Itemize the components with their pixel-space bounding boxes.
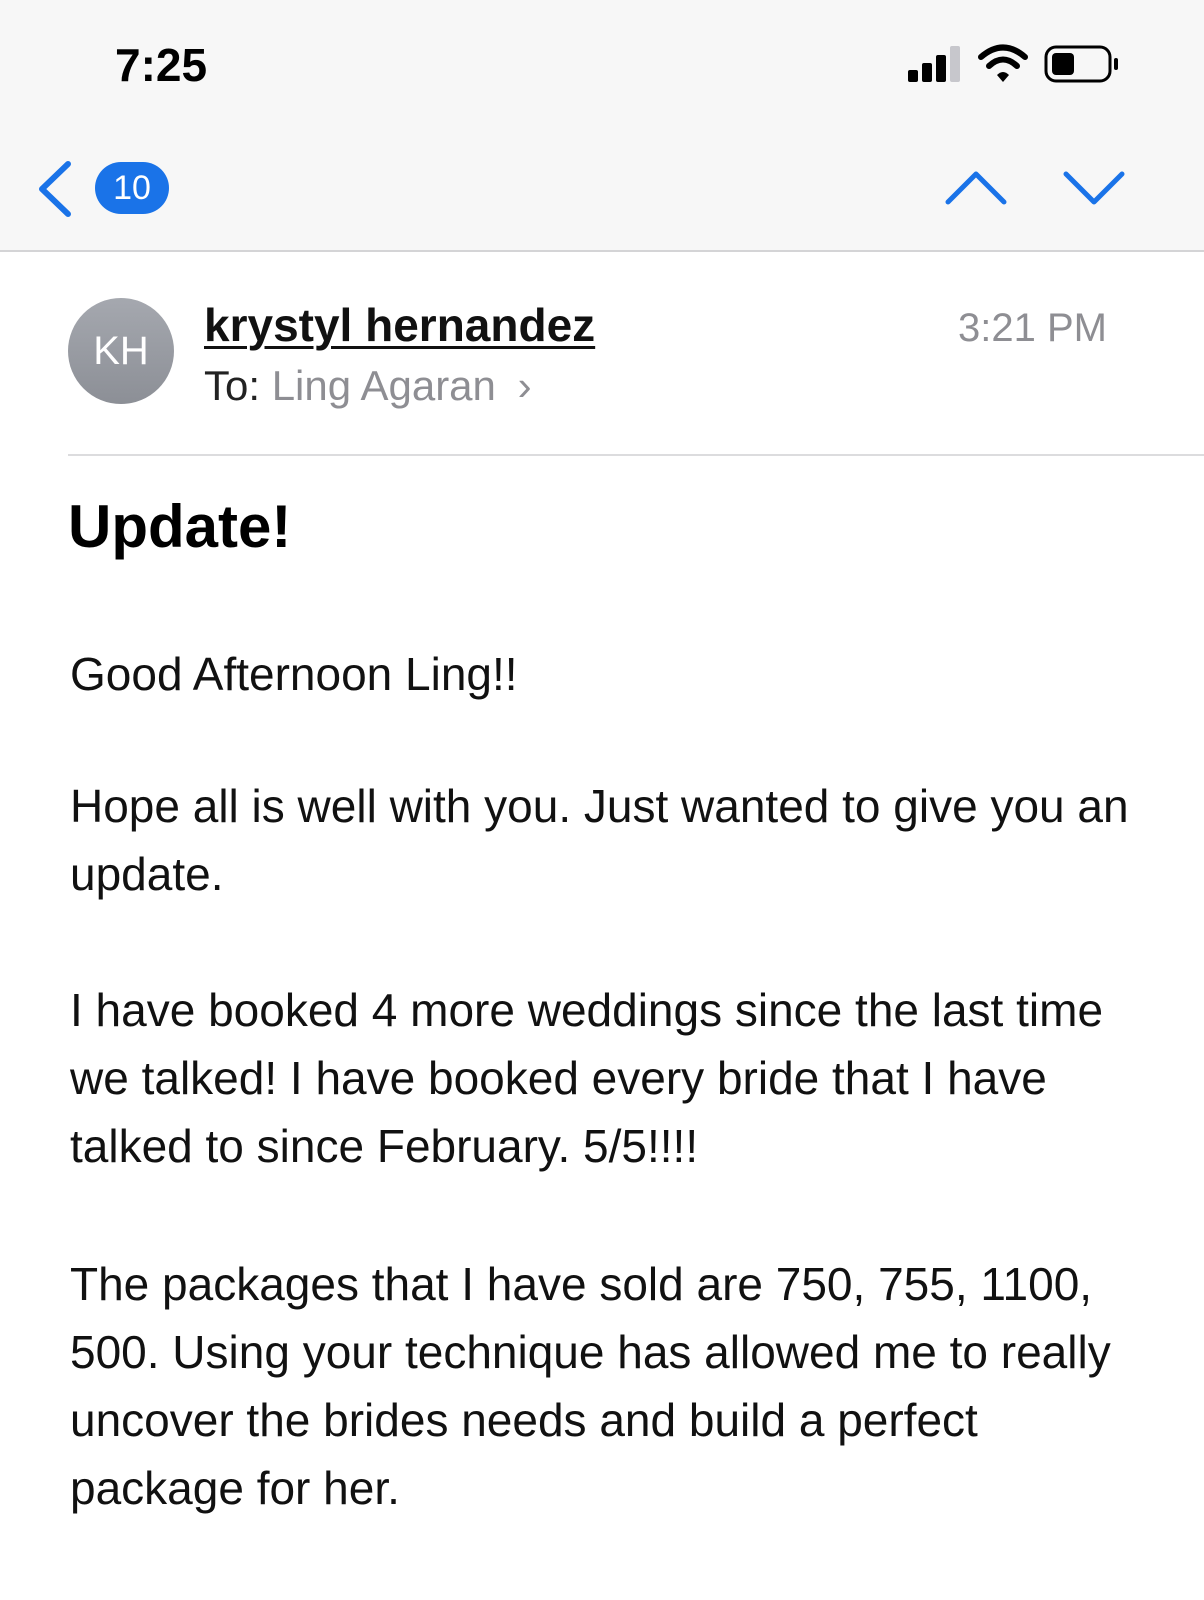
unread-count-badge[interactable]: 10 [95, 162, 169, 214]
body-paragraph: I have booked 4 more weddings since the … [70, 984, 1104, 1172]
battery-icon [1044, 45, 1118, 83]
status-time: 7:25 [115, 39, 208, 91]
sender-name[interactable]: krystyl hernandez [204, 298, 595, 352]
to-label: To: [204, 362, 261, 409]
header-divider [68, 454, 1204, 456]
cellular-signal-icon [908, 46, 960, 82]
message-time: 3:21 PM [958, 306, 1107, 350]
wifi-icon [978, 44, 1028, 82]
body-paragraph: The packages that I have sold are 750, 7… [70, 1258, 1111, 1514]
body-paragraph: Good Afternoon Ling!! [70, 648, 518, 700]
message-subject: Update! [68, 493, 292, 560]
avatar[interactable]: KH [68, 298, 174, 404]
chevron-right-icon[interactable]: › [518, 362, 532, 409]
status-bar: 7:25 [0, 0, 1204, 130]
recipient-line[interactable]: To: Ling Agaran › [204, 362, 532, 410]
mail-navigation-bar [0, 130, 1204, 252]
chevron-left-icon[interactable] [32, 158, 76, 220]
chevron-down-icon[interactable] [1062, 168, 1126, 208]
recipient-name[interactable]: Ling Agaran [272, 362, 496, 409]
body-paragraph: Hope all is well with you. Just wanted t… [70, 780, 1129, 900]
chevron-up-icon[interactable] [944, 168, 1008, 208]
